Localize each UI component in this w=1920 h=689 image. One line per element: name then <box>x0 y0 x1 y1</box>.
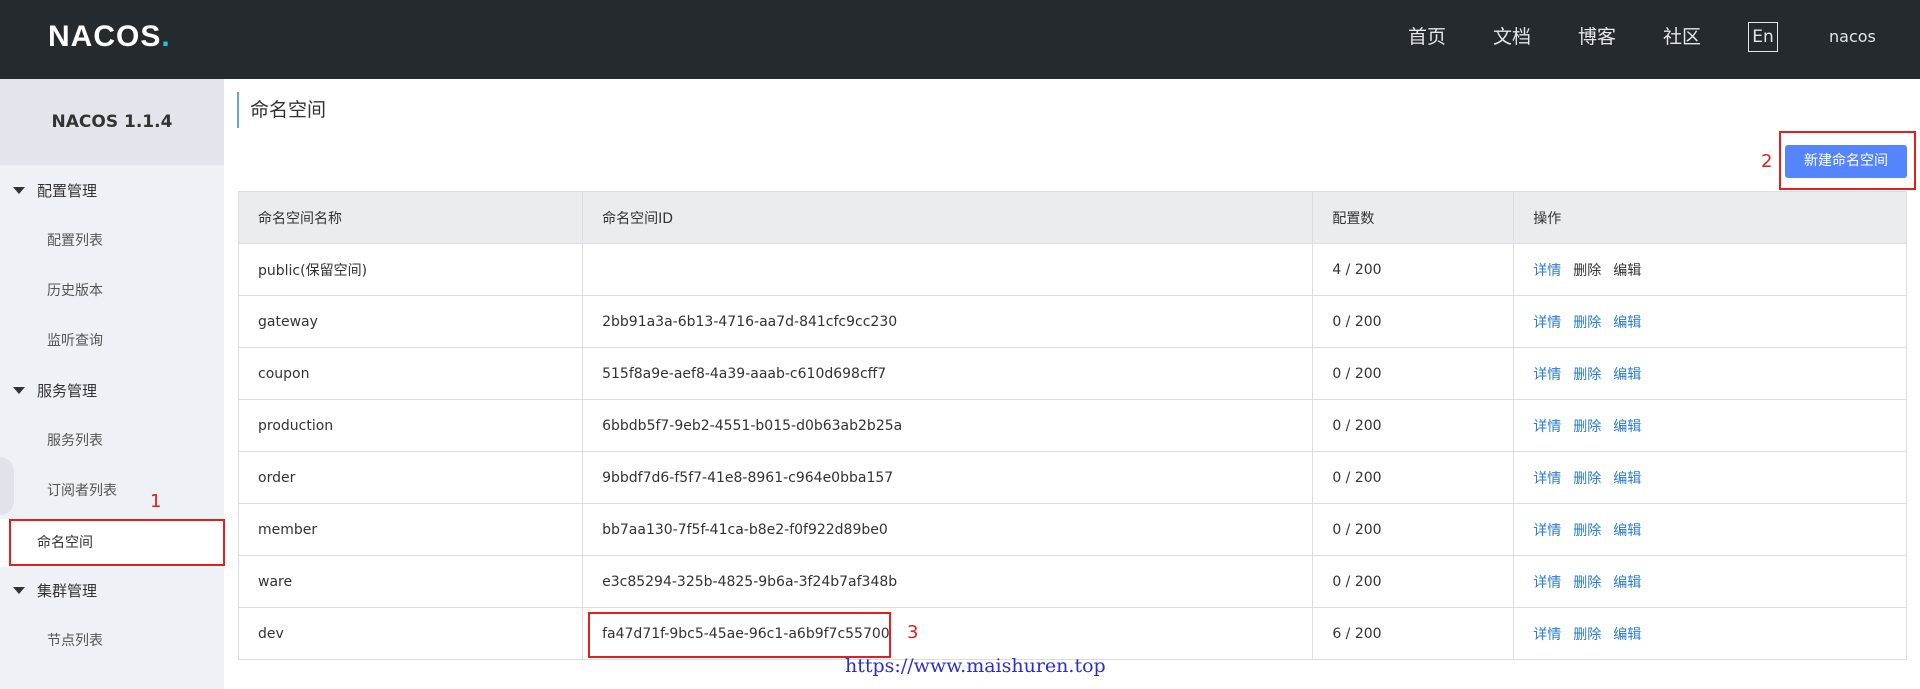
namespace-name: production <box>237 399 584 452</box>
detail-link[interactable]: 详情 <box>1533 315 1561 331</box>
sidebar-item-listener-query[interactable]: 监听查询 <box>0 317 224 365</box>
delete-link[interactable]: 删除 <box>1573 627 1601 643</box>
namespace-id: e3c85294-325b-4825-9b6a-3f24b7af348b <box>582 555 1314 608</box>
config-count: 0 / 200 <box>1312 451 1515 504</box>
delete-link[interactable]: 删除 <box>1573 367 1601 383</box>
namespace-id: 9bbdf7d6-f5f7-41e8-8961-c964e0bba157 <box>582 451 1314 504</box>
sidebar-item-node-list[interactable]: 节点列表 <box>0 617 224 665</box>
caret-down-icon <box>13 187 25 194</box>
nacos-logo[interactable]: NACOS. <box>48 17 171 57</box>
row-actions: 详情 删除 编辑 <box>1513 451 1907 504</box>
nav-blog[interactable]: 博客 <box>1578 25 1616 49</box>
namespace-id: 2bb91a3a-6b13-4716-aa7d-841cfc9cc230 <box>582 295 1314 348</box>
delete-link[interactable]: 删除 <box>1573 471 1601 487</box>
caret-down-icon <box>13 387 25 394</box>
detail-link[interactable]: 详情 <box>1533 627 1561 643</box>
column-header-count: 配置数 <box>1312 191 1515 244</box>
delete-link-disabled: 删除 <box>1573 262 1602 279</box>
namespace-name: order <box>237 451 584 504</box>
table-row: public(保留空间) 4 / 200 详情 删除 编辑 <box>237 243 1907 296</box>
edit-link[interactable]: 编辑 <box>1613 419 1641 435</box>
row-actions: 详情 删除 编辑 <box>1513 503 1907 556</box>
highlight-box-namespace <box>9 519 225 566</box>
detail-link[interactable]: 详情 <box>1533 471 1561 487</box>
edit-link[interactable]: 编辑 <box>1613 523 1641 539</box>
delete-link[interactable]: 删除 <box>1573 575 1601 591</box>
namespace-id: 515f8a9e-aef8-4a39-aaab-c610d698cff7 <box>582 347 1314 400</box>
caret-down-icon <box>13 587 25 594</box>
sidebar: NACOS 1.1.4 配置管理 配置列表 历史版本 监听查询 服务管理 服务列… <box>0 79 224 689</box>
nav-docs[interactable]: 文档 <box>1493 25 1531 49</box>
detail-link[interactable]: 详情 <box>1533 575 1561 591</box>
table-row: ware e3c85294-325b-4825-9b6a-3f24b7af348… <box>237 555 1907 608</box>
top-header: NACOS. 首页 文档 博客 社区 En nacos <box>0 0 1920 79</box>
sidebar-item-history[interactable]: 历史版本 <box>0 267 224 315</box>
table-row: order 9bbdf7d6-f5f7-41e8-8961-c964e0bba1… <box>237 451 1907 504</box>
edit-link[interactable]: 编辑 <box>1613 575 1641 591</box>
nav-community[interactable]: 社区 <box>1663 25 1701 49</box>
column-header-id: 命名空间ID <box>582 191 1314 244</box>
detail-link[interactable]: 详情 <box>1533 263 1561 279</box>
highlight-box-dev-id <box>588 612 891 658</box>
delete-link[interactable]: 删除 <box>1573 523 1601 539</box>
delete-link[interactable]: 删除 <box>1573 419 1601 435</box>
menu-group-cluster[interactable]: 集群管理 <box>0 567 224 615</box>
config-count: 6 / 200 <box>1312 607 1515 660</box>
edit-link[interactable]: 编辑 <box>1613 471 1641 487</box>
detail-link[interactable]: 详情 <box>1533 367 1561 383</box>
namespace-name: dev <box>237 607 584 660</box>
row-actions: 详情 删除 编辑 <box>1513 399 1907 452</box>
page-title: 命名空间 <box>237 92 326 128</box>
annotation-number-1: 1 <box>150 491 162 512</box>
namespace-name: member <box>237 503 584 556</box>
sidebar-item-service-list[interactable]: 服务列表 <box>0 417 224 465</box>
namespace-name: public(保留空间) <box>237 243 584 296</box>
config-count: 0 / 200 <box>1312 555 1515 608</box>
table-row: member bb7aa130-7f5f-41ca-b8e2-f0f922d89… <box>237 503 1907 556</box>
edit-link[interactable]: 编辑 <box>1613 627 1641 643</box>
nav-home[interactable]: 首页 <box>1408 25 1446 49</box>
row-actions: 详情 删除 编辑 <box>1513 295 1907 348</box>
table-row: coupon 515f8a9e-aef8-4a39-aaab-c610d698c… <box>237 347 1907 400</box>
table-header-row: 命名空间名称 命名空间ID 配置数 操作 <box>237 191 1907 244</box>
namespace-id: 6bbdb5f7-9eb2-4551-b015-d0b63ab2b25a <box>582 399 1314 452</box>
config-count: 0 / 200 <box>1312 503 1515 556</box>
row-actions: 详情 删除 编辑 <box>1513 243 1907 296</box>
config-count: 0 / 200 <box>1312 295 1515 348</box>
row-actions: 详情 删除 编辑 <box>1513 607 1907 660</box>
edit-link[interactable]: 编辑 <box>1613 315 1641 331</box>
row-actions: 详情 删除 编辑 <box>1513 555 1907 608</box>
watermark-url: https://www.maishuren.top <box>845 655 1106 677</box>
table-row: gateway 2bb91a3a-6b13-4716-aa7d-841cfc9c… <box>237 295 1907 348</box>
column-header-name: 命名空间名称 <box>237 191 584 244</box>
language-switch-button[interactable]: En <box>1748 22 1778 52</box>
namespace-id <box>582 243 1314 296</box>
sidebar-item-config-list[interactable]: 配置列表 <box>0 217 224 265</box>
table-row: dev fa47d71f-9bc5-45ae-96c1-a6b9f7c55700… <box>237 607 1907 660</box>
config-count: 4 / 200 <box>1312 243 1515 296</box>
create-namespace-button[interactable]: 新建命名空间 <box>1785 145 1907 178</box>
namespace-id: bb7aa130-7f5f-41ca-b8e2-f0f922d89be0 <box>582 503 1314 556</box>
namespace-name: coupon <box>237 347 584 400</box>
config-count: 0 / 200 <box>1312 399 1515 452</box>
detail-link[interactable]: 详情 <box>1533 419 1561 435</box>
namespace-name: ware <box>237 555 584 608</box>
menu-group-config[interactable]: 配置管理 <box>0 167 224 215</box>
sidebar-version-title: NACOS 1.1.4 <box>0 79 224 165</box>
namespace-table: 命名空间名称 命名空间ID 配置数 操作 public(保留空间) 4 / 20… <box>237 191 1907 660</box>
namespace-name: gateway <box>237 295 584 348</box>
table-row: production 6bbdb5f7-9eb2-4551-b015-d0b63… <box>237 399 1907 452</box>
user-menu[interactable]: nacos <box>1829 27 1876 46</box>
edit-link-disabled: 编辑 <box>1613 262 1642 279</box>
sidebar-item-subscriber-list[interactable]: 订阅者列表 <box>0 467 224 515</box>
config-count: 0 / 200 <box>1312 347 1515 400</box>
edit-link[interactable]: 编辑 <box>1613 367 1641 383</box>
row-actions: 详情 删除 编辑 <box>1513 347 1907 400</box>
column-header-actions: 操作 <box>1513 191 1907 244</box>
annotation-number-3: 3 <box>907 622 919 643</box>
menu-group-service[interactable]: 服务管理 <box>0 367 224 415</box>
delete-link[interactable]: 删除 <box>1573 315 1601 331</box>
annotation-number-2: 2 <box>1761 151 1773 172</box>
detail-link[interactable]: 详情 <box>1533 523 1561 539</box>
